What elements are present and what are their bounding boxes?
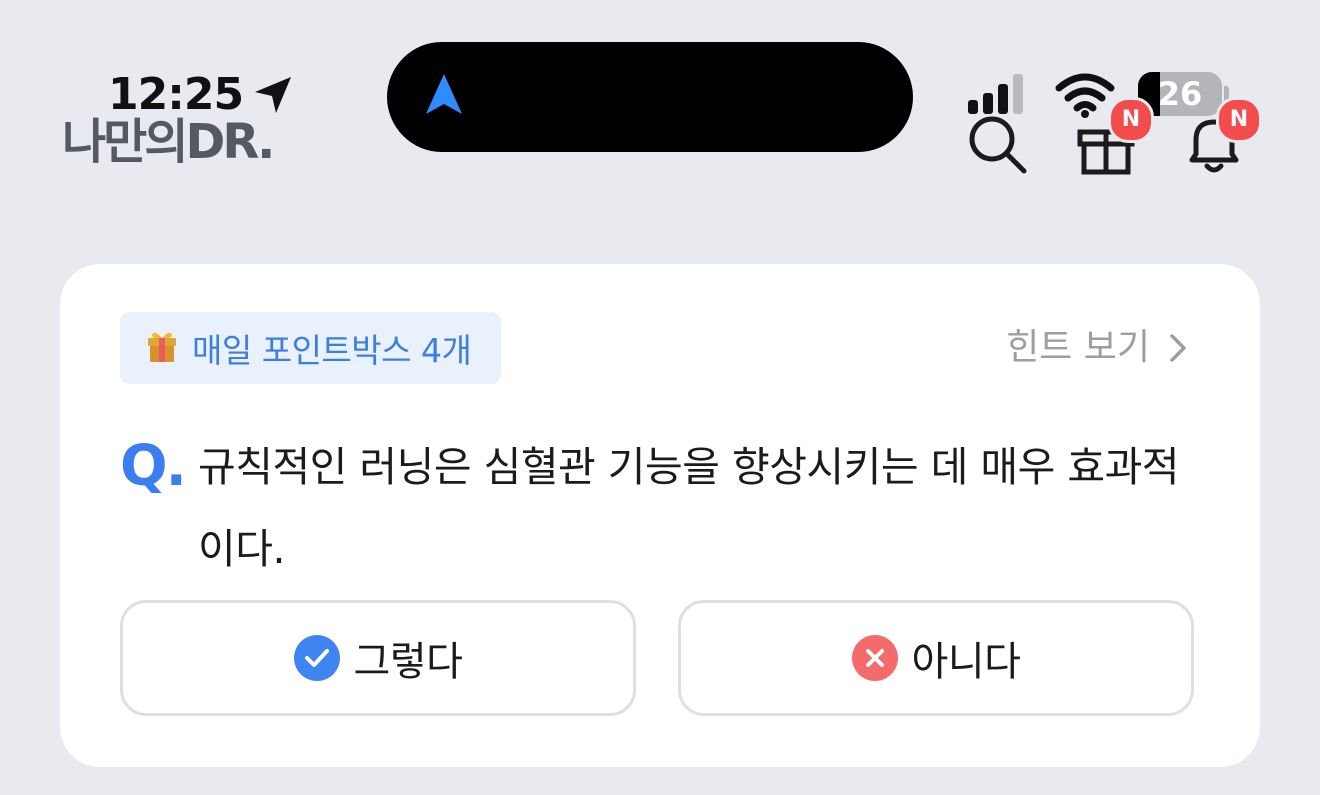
app-logo[interactable]: 나만의DR. (62, 110, 275, 174)
hint-label: 힌트 보기 (1006, 327, 1150, 368)
navigation-arrow-icon (424, 74, 464, 120)
location-arrow-icon (253, 75, 293, 115)
search-icon[interactable] (966, 112, 1030, 176)
chevron-right-icon (1168, 333, 1188, 363)
question-prefix: Q. (120, 434, 187, 499)
gift-badge: N (1108, 97, 1154, 143)
answer-no-label: 아니다 (911, 639, 1021, 685)
dynamic-island[interactable] (387, 42, 913, 152)
answer-no-button[interactable]: 아니다 (678, 600, 1194, 716)
bell-badge: N (1216, 97, 1262, 143)
daily-points-label: 매일 포인트박스 4개 (192, 331, 472, 370)
question-text: 규칙적인 러닝은 심혈관 기능을 향상시키는 데 매우 효과적이다. (198, 443, 1180, 573)
app-screen: 12:25 26 나만의DR. N N 매일 포인트박스 4개 힌트 보기 Q.… (0, 0, 1320, 795)
gift-emoji-icon (146, 329, 178, 367)
daily-points-badge[interactable]: 매일 포인트박스 4개 (120, 312, 502, 384)
hint-link[interactable]: 힌트 보기 (1006, 324, 1188, 372)
answer-yes-label: 그렇다 (353, 639, 463, 685)
answer-yes-button[interactable]: 그렇다 (120, 600, 636, 716)
signal-strength-icon (968, 74, 1023, 114)
quiz-question: Q. 규칙적인 러닝은 심혈관 기능을 향상시키는 데 매우 효과적이다. (120, 426, 1210, 590)
check-circle-icon (293, 635, 340, 681)
x-circle-icon (851, 635, 898, 681)
quiz-card: 매일 포인트박스 4개 힌트 보기 Q. 규칙적인 러닝은 심혈관 기능을 향상… (60, 264, 1260, 767)
